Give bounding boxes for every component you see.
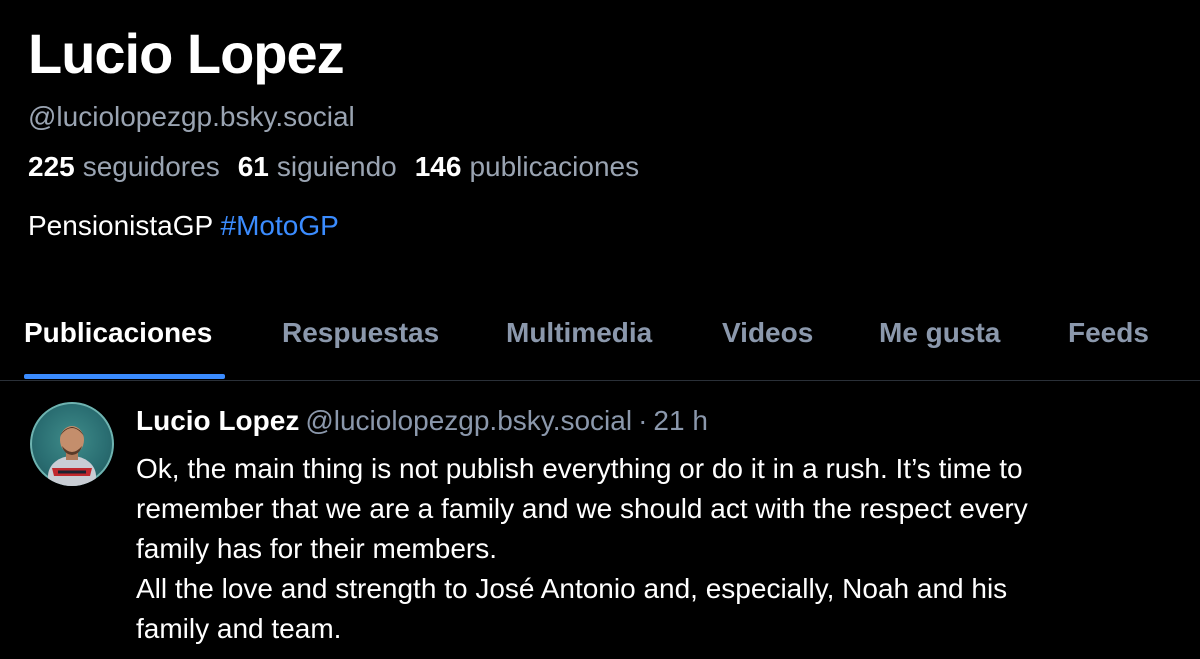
post-timestamp[interactable]: 21 h — [653, 405, 708, 436]
profile-bio: PensionistaGP #MotoGP — [28, 208, 339, 244]
avatar-image — [30, 402, 114, 486]
following-stat[interactable]: 61 siguiendo — [238, 149, 397, 185]
posts-count: 146 — [414, 151, 462, 182]
posts-stat: 146 publicaciones — [415, 149, 639, 185]
post-header: Lucio Lopez @luciolopezgp.bsky.social · 21 … — [136, 403, 708, 439]
bio-hashtag-link[interactable]: #MotoGP — [221, 210, 339, 241]
tab-publicaciones[interactable]: Publicaciones — [24, 315, 212, 351]
post-text-line: family and team. — [136, 613, 342, 644]
profile-display-name: Lucio Lopez — [28, 22, 345, 85]
post-separator: · — [638, 405, 648, 436]
post-text: Ok, the main thing is not publish everyt… — [136, 449, 1176, 649]
post-text-line: All the love and strength to José Antoni… — [136, 573, 1008, 604]
post-text-line: family has for their members. — [136, 533, 497, 564]
profile-stats: 225 seguidores 61 siguiendo 146 publicacion… — [28, 149, 639, 185]
followers-stat[interactable]: 225 seguidores — [28, 149, 220, 185]
post-text-line: Ok, the main thing is not publish everyt… — [136, 453, 1023, 484]
active-tab-indicator — [24, 374, 225, 379]
post-text-line: remember that we are a family and we sho… — [136, 493, 1028, 524]
post-author-name[interactable]: Lucio Lopez — [136, 405, 299, 436]
profile-handle[interactable]: @luciolopezgp.bsky.social — [28, 99, 355, 135]
post-author-handle[interactable]: @luciolopezgp.bsky.social — [305, 405, 632, 436]
profile-tabs: Publicaciones Respuestas Multimedia Vide… — [0, 300, 1200, 380]
posts-label: publicaciones — [469, 151, 640, 182]
followers-label: seguidores — [82, 151, 220, 182]
post-item[interactable]: Lucio Lopez @luciolopezgp.bsky.social · 21 … — [0, 381, 1200, 659]
following-label: siguiendo — [276, 151, 397, 182]
tab-me-gusta[interactable]: Me gusta — [879, 315, 1000, 351]
bio-text: PensionistaGP — [28, 210, 213, 241]
tab-respuestas[interactable]: Respuestas — [282, 315, 439, 351]
tab-feeds[interactable]: Feeds — [1068, 315, 1149, 351]
tab-multimedia[interactable]: Multimedia — [506, 315, 652, 351]
following-count: 61 — [237, 151, 269, 182]
avatar[interactable] — [30, 402, 114, 486]
followers-count: 225 — [28, 151, 75, 182]
tab-videos[interactable]: Videos — [722, 315, 813, 351]
